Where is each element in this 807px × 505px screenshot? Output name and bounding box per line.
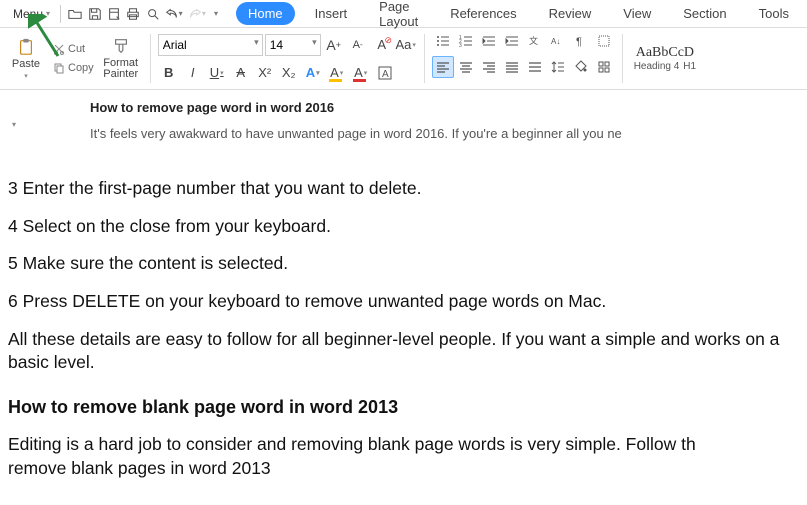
- styles-group[interactable]: AaBbCcD Heading 4 H1: [630, 30, 700, 87]
- char-shading-button[interactable]: A: [374, 62, 396, 84]
- paste-label: Paste: [12, 58, 40, 70]
- font-name-select[interactable]: [158, 34, 263, 56]
- brush-icon: [112, 37, 130, 55]
- font-color-button[interactable]: A▾: [350, 62, 372, 84]
- align-left-button[interactable]: [432, 56, 454, 78]
- cut-button[interactable]: Cut: [50, 41, 88, 57]
- decrease-indent-button[interactable]: [478, 30, 500, 52]
- open-icon[interactable]: [67, 3, 84, 25]
- scissors-icon: [53, 43, 65, 55]
- superscript-button[interactable]: X²: [254, 62, 276, 84]
- zoom-icon[interactable]: [144, 3, 161, 25]
- grow-font-button[interactable]: A+: [323, 34, 345, 56]
- undo-dropdown[interactable]: ▾: [179, 9, 183, 18]
- svg-text:¶: ¶: [576, 36, 582, 48]
- save-icon[interactable]: [86, 3, 103, 25]
- align-right-button[interactable]: [478, 56, 500, 78]
- step-5: 5 Make sure the content is selected.: [8, 252, 799, 276]
- subheading-2013: How to remove blank page word in word 20…: [8, 395, 799, 419]
- menu-label: Menu: [13, 7, 43, 21]
- paragraph-2013-b: remove blank pages in word 2013: [8, 457, 799, 481]
- pilcrow-button[interactable]: ¶: [570, 30, 592, 52]
- underline-button[interactable]: U▾: [206, 62, 228, 84]
- tab-section[interactable]: Section: [671, 2, 738, 25]
- text-direction-button[interactable]: 文: [524, 30, 546, 52]
- bold-button[interactable]: B: [158, 62, 180, 84]
- style-h1-label: H1: [683, 61, 696, 72]
- tab-tools[interactable]: Tools: [747, 2, 801, 25]
- font-size-select[interactable]: [265, 34, 321, 56]
- doc-body-clip: It's feels very awakward to have unwante…: [90, 124, 797, 144]
- document-area: How to remove page word in word 2016 It'…: [0, 90, 807, 480]
- align-justify-button[interactable]: [501, 56, 523, 78]
- style-heading4-label: Heading 4: [634, 61, 680, 72]
- document-page-top: How to remove page word in word 2016 It'…: [0, 90, 807, 147]
- ribbon: Paste ▾ Cut Copy Format Painter A+ A-: [0, 28, 807, 90]
- ribbon-tabs: Home Insert Page Layout References Revie…: [236, 0, 801, 33]
- highlight-button[interactable]: A▾: [326, 62, 348, 84]
- step-4: 4 Select on the close from your keyboard…: [8, 215, 799, 239]
- numbering-button[interactable]: 123: [455, 30, 477, 52]
- svg-text:A↓: A↓: [551, 37, 560, 46]
- italic-button[interactable]: I: [182, 62, 204, 84]
- paragraph-2013-a: Editing is a hard job to consider and re…: [8, 433, 799, 457]
- print-preview-icon[interactable]: [105, 3, 122, 25]
- step-3: 3 Enter the first-page number that you w…: [8, 177, 799, 201]
- font-group: A+ A- A⊘ Aa▾ B I U▾ A X² X₂ A▾ A▾ A▾ A: [158, 30, 417, 87]
- tab-page-layout[interactable]: Page Layout: [367, 0, 430, 33]
- print-icon[interactable]: [125, 3, 142, 25]
- copy-button[interactable]: Copy: [50, 60, 97, 76]
- svg-text:A: A: [382, 69, 389, 80]
- clipboard-group: Paste ▾ Cut Copy Format Painter: [4, 30, 143, 87]
- align-center-button[interactable]: [455, 56, 477, 78]
- tab-home[interactable]: Home: [236, 2, 295, 25]
- paste-icon: [17, 38, 35, 56]
- tab-view[interactable]: View: [611, 2, 663, 25]
- tab-insert[interactable]: Insert: [303, 2, 360, 25]
- tabs-button[interactable]: [593, 56, 615, 78]
- bullets-button[interactable]: [432, 30, 454, 52]
- format-painter-button[interactable]: Format Painter: [99, 37, 143, 80]
- paragraph-group: 123 文 A↓ ¶: [432, 30, 615, 87]
- separator: [60, 5, 61, 23]
- qat-customize-dropdown[interactable]: ▾: [214, 9, 218, 18]
- svg-text:3: 3: [459, 43, 462, 48]
- line-spacing-button[interactable]: [547, 56, 569, 78]
- borders-button[interactable]: [593, 30, 615, 52]
- separator: [424, 34, 425, 83]
- strikethrough-button[interactable]: A: [230, 62, 252, 84]
- tab-references[interactable]: References: [438, 2, 528, 25]
- clear-format-button[interactable]: A⊘: [371, 34, 393, 56]
- separator: [150, 34, 151, 83]
- doc-heading: How to remove page word in word 2016: [90, 98, 797, 118]
- quick-access-toolbar: Menu ▾ ▾ ▾ ▾ Home Insert Page Layout Ref…: [0, 0, 807, 28]
- svg-text:文: 文: [529, 35, 538, 46]
- copy-icon: [53, 62, 65, 74]
- distribute-button[interactable]: [524, 56, 546, 78]
- subscript-button[interactable]: X₂: [278, 62, 300, 84]
- increase-indent-button[interactable]: [501, 30, 523, 52]
- tab-review[interactable]: Review: [537, 2, 604, 25]
- summary-paragraph: All these details are easy to follow for…: [8, 328, 799, 375]
- redo-dropdown[interactable]: ▾: [202, 9, 206, 18]
- text-effects-button[interactable]: A▾: [302, 62, 324, 84]
- step-6: 6 Press DELETE on your keyboard to remov…: [8, 290, 799, 314]
- ltr-button[interactable]: A↓: [547, 30, 569, 52]
- separator: [622, 34, 623, 83]
- change-case-button[interactable]: Aa▾: [395, 34, 417, 56]
- style-preview-text: AaBbCcD: [636, 45, 694, 61]
- shrink-font-button[interactable]: A-: [347, 34, 369, 56]
- menu-button[interactable]: Menu ▾: [6, 5, 54, 23]
- article-body: 3 Enter the first-page number that you w…: [0, 159, 807, 480]
- shading-button[interactable]: [570, 56, 592, 78]
- paste-button[interactable]: Paste ▾: [4, 38, 48, 80]
